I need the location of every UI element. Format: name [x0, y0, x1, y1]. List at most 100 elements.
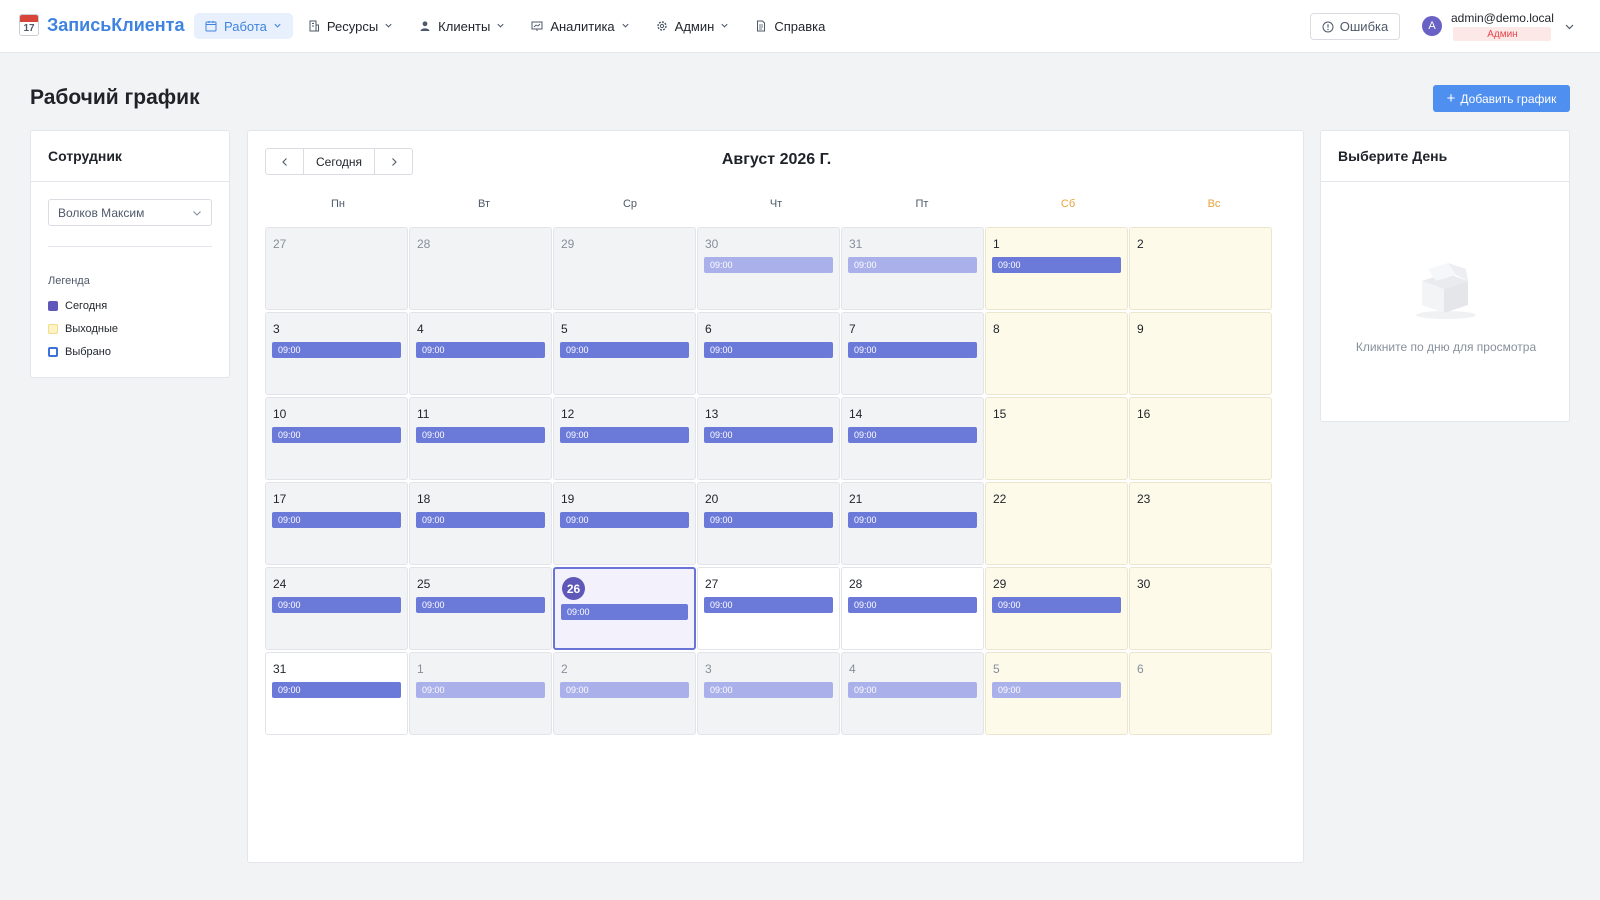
calendar-day-cell[interactable]: 11 09:00 — [409, 397, 552, 480]
schedule-event[interactable]: 09:00 — [992, 257, 1121, 273]
schedule-event[interactable]: 09:00 — [992, 682, 1121, 698]
calendar-day-cell[interactable]: 28 — [409, 227, 552, 310]
schedule-event[interactable]: 09:00 — [560, 427, 689, 443]
app-logo[interactable]: 17 ЗаписьКлиента — [19, 14, 185, 36]
calendar-day-cell[interactable]: 6 — [1129, 652, 1272, 735]
schedule-event[interactable]: 09:00 — [704, 342, 833, 358]
calendar-day-cell[interactable]: 9 — [1129, 312, 1272, 395]
calendar-day-cell[interactable]: 20 09:00 — [697, 482, 840, 565]
calendar-day-cell[interactable]: 2 — [1129, 227, 1272, 310]
nav-item-0[interactable]: Работа — [194, 13, 293, 39]
schedule-event[interactable]: 09:00 — [561, 604, 688, 620]
calendar-day-cell[interactable]: 8 — [985, 312, 1128, 395]
schedule-event[interactable]: 09:00 — [704, 597, 833, 613]
legend-label: Выбрано — [65, 346, 111, 358]
day-number: 30 — [1137, 577, 1151, 591]
calendar-day-cell[interactable]: 2 09:00 — [553, 652, 696, 735]
today-button[interactable]: Сегодня — [303, 149, 375, 174]
schedule-event[interactable]: 09:00 — [416, 342, 545, 358]
legend-swatch-weekend — [48, 324, 58, 334]
calendar-day-cell[interactable]: 5 09:00 — [985, 652, 1128, 735]
calendar-day-cell[interactable]: 24 09:00 — [265, 567, 408, 650]
calendar-day-cell[interactable]: 7 09:00 — [841, 312, 984, 395]
calendar-day-cell[interactable]: 31 09:00 — [265, 652, 408, 735]
schedule-event[interactable]: 09:00 — [992, 597, 1121, 613]
schedule-event[interactable]: 09:00 — [848, 597, 977, 613]
nav-item-2[interactable]: Клиенты — [408, 13, 516, 39]
calendar-day-cell[interactable]: 22 — [985, 482, 1128, 565]
schedule-event[interactable]: 09:00 — [848, 512, 977, 528]
schedule-event[interactable]: 09:00 — [272, 682, 401, 698]
schedule-event[interactable]: 09:00 — [704, 427, 833, 443]
calendar-day-cell[interactable]: 15 — [985, 397, 1128, 480]
schedule-event[interactable]: 09:00 — [848, 682, 977, 698]
calendar-day-cell[interactable]: 21 09:00 — [841, 482, 984, 565]
schedule-event[interactable]: 09:00 — [704, 257, 833, 273]
schedule-event[interactable]: 09:00 — [272, 427, 401, 443]
calendar-day-cell[interactable]: 4 09:00 — [841, 652, 984, 735]
schedule-event[interactable]: 09:00 — [272, 342, 401, 358]
schedule-event[interactable]: 09:00 — [272, 597, 401, 613]
calendar-day-cell[interactable]: 18 09:00 — [409, 482, 552, 565]
calendar-day-cell[interactable]: 29 09:00 — [985, 567, 1128, 650]
schedule-event[interactable]: 09:00 — [848, 342, 977, 358]
calendar-day-cell[interactable]: 30 — [1129, 567, 1272, 650]
calendar-day-cell[interactable]: 1 09:00 — [409, 652, 552, 735]
calendar-day-cell[interactable]: 14 09:00 — [841, 397, 984, 480]
next-month-button[interactable] — [375, 149, 412, 174]
calendar-day-cell[interactable]: 30 09:00 — [697, 227, 840, 310]
calendar-day-cell[interactable]: 10 09:00 — [265, 397, 408, 480]
today-day-number: 26 — [562, 577, 585, 600]
schedule-event[interactable]: 09:00 — [416, 682, 545, 698]
calendar-day-cell[interactable]: 1 09:00 — [985, 227, 1128, 310]
add-schedule-button[interactable]: + Добавить график — [1433, 85, 1570, 112]
user-menu[interactable]: A admin@demo.local Админ — [1422, 10, 1575, 42]
chart-icon — [530, 19, 544, 33]
schedule-event[interactable]: 09:00 — [560, 512, 689, 528]
schedule-event[interactable]: 09:00 — [416, 597, 545, 613]
calendar-day-cell[interactable]: 6 09:00 — [697, 312, 840, 395]
prev-month-button[interactable] — [266, 149, 303, 174]
calendar-day-cell[interactable]: 4 09:00 — [409, 312, 552, 395]
top-bar: 17 ЗаписьКлиента Работа Ресурсы Клиенты Ана… — [0, 0, 1600, 53]
calendar-day-cell[interactable]: 25 09:00 — [409, 567, 552, 650]
day-number: 31 — [849, 237, 863, 251]
schedule-event[interactable]: 09:00 — [704, 512, 833, 528]
day-number: 22 — [993, 492, 1007, 506]
schedule-event[interactable]: 09:00 — [560, 682, 689, 698]
calendar-day-cell[interactable]: 23 — [1129, 482, 1272, 565]
calendar-day-cell[interactable]: 5 09:00 — [553, 312, 696, 395]
building-icon — [307, 19, 321, 33]
calendar-day-cell[interactable]: 28 09:00 — [841, 567, 984, 650]
calendar-day-cell[interactable]: 26 09:00 — [553, 567, 696, 650]
empty-box-icon — [1410, 251, 1482, 328]
calendar-day-cell[interactable]: 16 — [1129, 397, 1272, 480]
schedule-event[interactable]: 09:00 — [704, 682, 833, 698]
calendar-day-cell[interactable]: 31 09:00 — [841, 227, 984, 310]
nav-item-label: Админ — [674, 18, 715, 34]
nav-item-1[interactable]: Ресурсы — [297, 13, 404, 39]
calendar-day-cell[interactable]: 27 — [265, 227, 408, 310]
calendar-day-cell[interactable]: 29 — [553, 227, 696, 310]
calendar-day-cell[interactable]: 3 09:00 — [265, 312, 408, 395]
day-number: 27 — [273, 237, 287, 251]
calendar-day-cell[interactable]: 19 09:00 — [553, 482, 696, 565]
nav-item-5[interactable]: Справка — [744, 13, 835, 39]
day-number: 25 — [417, 577, 431, 591]
calendar-day-cell[interactable]: 3 09:00 — [697, 652, 840, 735]
calendar-day-cell[interactable]: 12 09:00 — [553, 397, 696, 480]
weekday-label: Ср — [622, 198, 638, 210]
nav-item-3[interactable]: Аналитика — [520, 13, 640, 39]
schedule-event[interactable]: 09:00 — [416, 427, 545, 443]
employee-select[interactable]: Волков Максим — [48, 199, 212, 226]
nav-item-4[interactable]: Админ — [645, 13, 741, 39]
calendar-day-cell[interactable]: 13 09:00 — [697, 397, 840, 480]
schedule-event[interactable]: 09:00 — [416, 512, 545, 528]
schedule-event[interactable]: 09:00 — [848, 257, 977, 273]
schedule-event[interactable]: 09:00 — [272, 512, 401, 528]
calendar-day-cell[interactable]: 17 09:00 — [265, 482, 408, 565]
schedule-event[interactable]: 09:00 — [848, 427, 977, 443]
calendar-day-cell[interactable]: 27 09:00 — [697, 567, 840, 650]
error-button[interactable]: Ошибка — [1310, 13, 1400, 40]
schedule-event[interactable]: 09:00 — [560, 342, 689, 358]
